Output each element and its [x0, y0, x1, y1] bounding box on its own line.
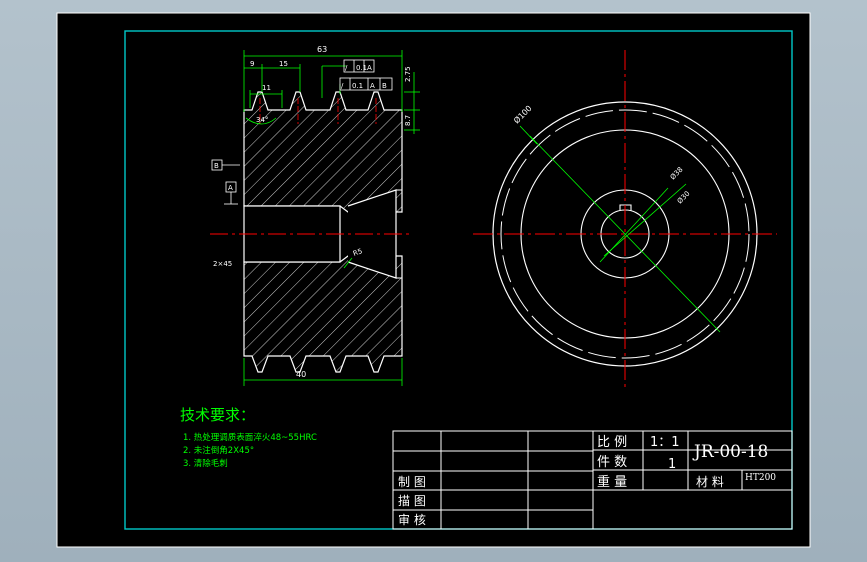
weight-label: 重 量 [597, 474, 627, 490]
lower-rim-section [243, 255, 403, 373]
drawing-canvas: 63 9 15 11 / 0.1 A / 0.1 A B B A 2.75 8.… [56, 12, 811, 548]
material-label: 材 料 [696, 475, 724, 489]
tol-datum-2a: A [370, 82, 375, 90]
traced-label: 描 图 [398, 494, 426, 508]
dim-hub-width: 40 [296, 370, 306, 379]
scale-value: 1：1 [650, 435, 680, 450]
dim-15: 15 [279, 60, 288, 68]
dim-overall-width: 63 [317, 45, 327, 54]
qty-label: 件 数 [597, 455, 627, 470]
cad-viewport: 63 9 15 11 / 0.1 A / 0.1 A B B A 2.75 8.… [0, 0, 867, 562]
dim-2-75: 2.75 [404, 66, 412, 82]
checked-label: 审 核 [398, 512, 426, 527]
scale-label: 比 例 [597, 435, 627, 450]
tol-datum-2b: B [382, 82, 387, 90]
qty-value: 1 [668, 457, 676, 472]
dim-angle: 34° [256, 116, 268, 124]
material-value: HT200 [745, 473, 776, 483]
tech-req-title: 技术要求： [180, 406, 255, 424]
dim-chamfer: 2×45 [213, 260, 232, 268]
drawn-label: 制 图 [398, 475, 426, 489]
tol-datum-1: A [367, 64, 372, 72]
datum-a-label: A [228, 184, 233, 192]
dim-9: 9 [250, 60, 254, 68]
tech-req-item-1: 1. 热处理调质表面淬火48~55HRC [183, 432, 317, 443]
tol-runout-2: 0.1 [352, 82, 363, 90]
upper-rim-section [243, 91, 403, 213]
tech-req-item-2: 2. 未注倒角2X45° [183, 445, 254, 456]
tech-req-item-3: 3. 清除毛刺 [183, 458, 228, 469]
drawing-number: JR-00-18 [692, 442, 768, 462]
tol-runout-1: 0.1 [356, 64, 367, 72]
dim-11: 11 [262, 84, 271, 92]
drawing-sheet [56, 12, 811, 548]
dim-8-7: 8.7 [404, 115, 412, 126]
datum-b-label: B [214, 162, 219, 170]
